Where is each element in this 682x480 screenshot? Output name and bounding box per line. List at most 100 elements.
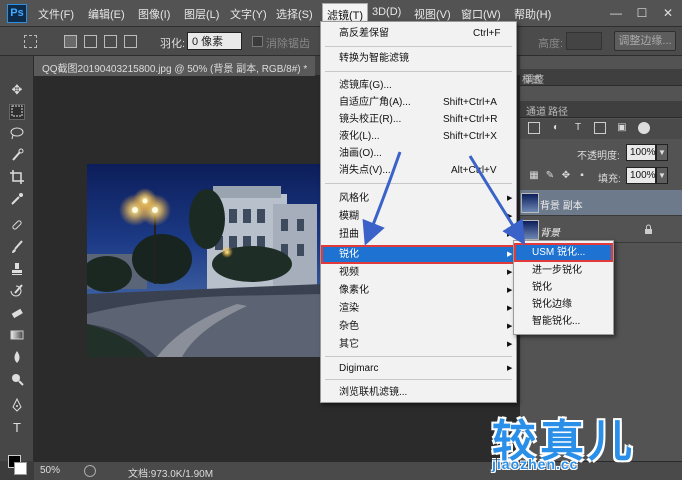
lasso-tool-icon[interactable] <box>9 126 25 142</box>
menu-item-browse-filters-online[interactable]: 浏览联机滤镜... <box>321 384 516 401</box>
menu-separator <box>325 71 512 72</box>
menu-item-oil-paint[interactable]: 油画(O)... <box>321 145 516 162</box>
menu-item-filter-gallery[interactable]: 滤镜库(G)... <box>321 77 516 94</box>
layer-background-copy[interactable]: 背景 副本 <box>520 190 682 216</box>
dodge-tool-icon[interactable] <box>9 372 25 388</box>
submenu-arrow-icon: ▶ <box>507 323 513 330</box>
menu-image[interactable]: 图像(I) <box>138 6 170 22</box>
subtract-selection-icon[interactable] <box>104 35 117 48</box>
menu-item-adaptive-wide-angle[interactable]: 自适应广角(A)... Shift+Ctrl+A <box>321 94 516 111</box>
menu-file[interactable]: 文件(F) <box>38 6 74 22</box>
move-tool-icon[interactable]: ✥ <box>9 82 25 98</box>
menu-item-lens-correction[interactable]: 镜头校正(R)... Shift+Ctrl+R <box>321 111 516 128</box>
menu-item-blur[interactable]: 模糊 ▶ <box>321 208 516 225</box>
feather-input[interactable] <box>187 32 242 50</box>
lock-pixels-icon[interactable]: ▦ <box>528 170 540 182</box>
maximize-button[interactable]: ☐ <box>634 5 650 21</box>
menu-item-high-pass[interactable]: 高反差保留 Ctrl+F <box>321 25 516 42</box>
marquee-tool-preset-icon[interactable] <box>24 35 37 48</box>
menu-separator <box>325 183 512 184</box>
menu-item-sharpen-more[interactable]: 进一步锐化 <box>514 262 613 279</box>
chevron-down-icon[interactable]: ▼ <box>656 144 668 161</box>
menu-item-unsharp-mask[interactable]: USM 锐化... <box>514 243 613 262</box>
quick-selection-tool-icon[interactable] <box>9 148 25 164</box>
adjustment-layer-filter-icon[interactable]: ◐ <box>550 122 562 134</box>
blur-tool-icon[interactable] <box>9 350 25 366</box>
fill-label: 填充: <box>598 174 621 185</box>
lock-paint-icon[interactable]: ✎ <box>544 170 556 182</box>
menu-layer[interactable]: 图层(L) <box>184 6 219 22</box>
lock-all-icon[interactable]: ▪ <box>576 170 588 182</box>
menu-3d[interactable]: 3D(D) <box>372 6 401 18</box>
menu-item-noise[interactable]: 杂色 ▶ <box>321 318 516 335</box>
fill-input[interactable]: 100% <box>626 167 656 184</box>
menu-item-sharpen[interactable]: 锐化 ▶ <box>321 245 516 264</box>
zoom-level[interactable]: 50% <box>40 465 60 476</box>
menu-item-liquify[interactable]: 液化(L)... Shift+Ctrl+X <box>321 128 516 145</box>
menu-item-convert-smart-filter[interactable]: 转换为智能滤镜 <box>321 50 516 67</box>
menu-item-other[interactable]: 其它 ▶ <box>321 336 516 353</box>
tools-panel: ✥ T ▶ <box>0 56 34 475</box>
menu-window[interactable]: 窗口(W) <box>461 6 501 22</box>
tab-styles[interactable]: 样式 <box>522 71 542 86</box>
menu-item-digimarc[interactable]: Digimarc ▶ <box>321 360 516 377</box>
menu-separator <box>325 46 512 47</box>
menu-separator <box>325 379 512 380</box>
submenu-arrow-icon: ▶ <box>507 195 513 202</box>
opacity-label: 不透明度: <box>577 151 620 162</box>
close-button[interactable]: ✕ <box>660 5 676 21</box>
status-info-icon[interactable] <box>84 465 96 477</box>
smart-object-filter-icon[interactable]: ▣ <box>616 122 628 134</box>
opacity-input[interactable]: 100% <box>626 144 656 161</box>
gradient-tool-icon[interactable] <box>9 328 25 344</box>
antialias-checkbox[interactable] <box>252 36 263 47</box>
menu-item-distort[interactable]: 扭曲 ▶ <box>321 226 516 243</box>
menu-type[interactable]: 文字(Y) <box>230 6 267 22</box>
tab-channels[interactable]: 通道 <box>526 103 546 118</box>
menu-item-sharpen-basic[interactable]: 锐化 <box>514 279 613 296</box>
new-selection-icon[interactable] <box>64 35 77 48</box>
menu-item-sharpen-edges[interactable]: 锐化边缘 <box>514 296 613 313</box>
layer-name[interactable]: 背景 <box>540 224 560 239</box>
layer-filter-icons: ◐ T ▣ <box>520 119 682 139</box>
add-selection-icon[interactable] <box>84 35 97 48</box>
menu-item-vanishing-point[interactable]: 消失点(V)... Alt+Ctrl+V <box>321 162 516 179</box>
eyedropper-tool-icon[interactable] <box>9 192 25 208</box>
menu-item-pixelate[interactable]: 像素化 ▶ <box>321 282 516 299</box>
pen-tool-icon[interactable] <box>9 397 25 414</box>
menu-edit[interactable]: 编辑(E) <box>88 6 125 22</box>
background-color-swatch[interactable] <box>14 462 27 475</box>
rectangular-marquee-tool-icon[interactable] <box>9 104 25 120</box>
type-tool-icon[interactable]: T <box>9 420 25 436</box>
chevron-down-icon[interactable]: ▼ <box>656 167 668 184</box>
type-layer-filter-icon[interactable]: T <box>572 122 584 134</box>
night-street-photo[interactable] <box>87 164 323 357</box>
shape-layer-filter-icon[interactable] <box>594 122 606 134</box>
menu-item-render[interactable]: 渲染 ▶ <box>321 300 516 317</box>
menu-help[interactable]: 帮助(H) <box>514 6 551 22</box>
minimize-button[interactable]: — <box>608 5 624 21</box>
height-input[interactable] <box>566 32 602 50</box>
menu-item-smart-sharpen[interactable]: 智能锐化... <box>514 313 613 330</box>
pixel-layer-filter-icon[interactable] <box>528 122 540 134</box>
brush-tool-icon[interactable] <box>9 240 25 256</box>
eraser-tool-icon[interactable] <box>9 306 25 322</box>
refine-edge-button[interactable]: 调整边缘... <box>614 31 676 51</box>
lock-position-icon[interactable]: ✥ <box>560 170 572 182</box>
submenu-arrow-icon: ▶ <box>507 365 513 372</box>
clone-stamp-tool-icon[interactable] <box>9 262 25 278</box>
filter-toggle-icon[interactable] <box>638 122 650 134</box>
submenu-arrow-icon: ▶ <box>507 341 513 348</box>
tab-paths[interactable]: 路径 <box>548 103 568 118</box>
intersect-selection-icon[interactable] <box>124 35 137 48</box>
menu-view[interactable]: 视图(V) <box>414 6 451 22</box>
history-brush-tool-icon[interactable] <box>9 284 25 300</box>
menu-item-video[interactable]: 视频 ▶ <box>321 264 516 281</box>
submenu-arrow-icon: ▶ <box>507 231 513 238</box>
layer-name[interactable]: 背景 副本 <box>540 197 583 212</box>
menu-select[interactable]: 选择(S) <box>276 6 313 22</box>
document-tab[interactable]: QQ截图20190403215800.jpg @ 50% (背景 副本, RGB… <box>34 56 316 76</box>
menu-item-stylize[interactable]: 风格化 ▶ <box>321 190 516 207</box>
healing-brush-tool-icon[interactable] <box>9 218 25 234</box>
crop-tool-icon[interactable] <box>9 170 25 186</box>
